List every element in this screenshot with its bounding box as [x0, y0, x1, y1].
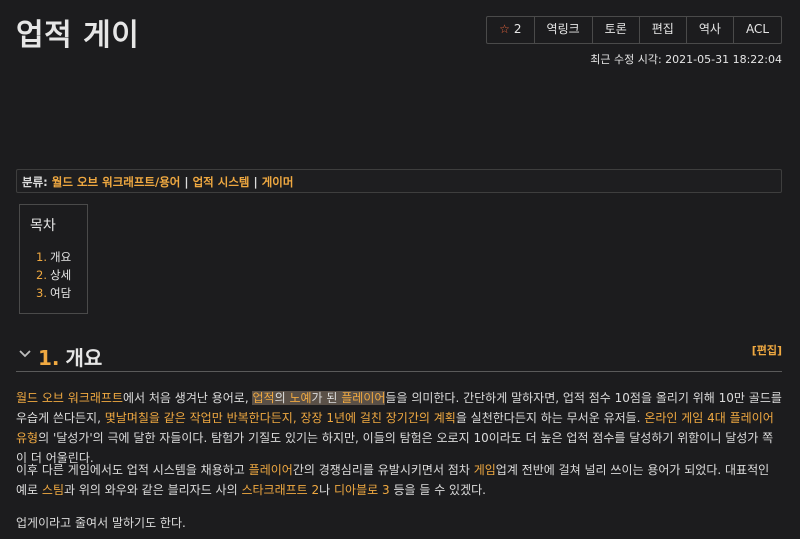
- page-toolbar: ☆ 2 역링크 토론 편집 역사 ACL: [486, 16, 782, 44]
- section-number[interactable]: 1.: [38, 346, 60, 370]
- section-edit-link[interactable]: [편집]: [752, 342, 782, 358]
- page-title: 업적 게이: [16, 18, 140, 53]
- link-player[interactable]: 플레이어: [341, 391, 385, 405]
- backlinks-button[interactable]: 역링크: [535, 17, 593, 43]
- table-of-contents: 목차 1. 개요 2. 상세 3. 여담: [19, 204, 88, 314]
- link-game[interactable]: 게임: [474, 463, 496, 477]
- category-link-achievement-system[interactable]: 업적 시스템: [193, 175, 250, 189]
- category-separator: |: [184, 175, 189, 189]
- category-separator: |: [253, 175, 258, 189]
- edit-button[interactable]: 편집: [640, 17, 687, 43]
- toc-item-details[interactable]: 2. 상세: [30, 266, 77, 284]
- star-icon: ☆: [499, 22, 510, 36]
- history-button[interactable]: 역사: [687, 17, 734, 43]
- link-player[interactable]: 플레이어: [249, 463, 293, 477]
- toc-item-overview[interactable]: 1. 개요: [30, 248, 77, 266]
- category-link-gamer[interactable]: 게이머: [262, 175, 294, 189]
- paragraph-2: 이후 다른 게임에서도 업적 시스템을 채용하고 플레이어간의 경쟁심리를 유발…: [16, 463, 770, 497]
- link-steam[interactable]: 스팀: [42, 483, 64, 497]
- link-achievement[interactable]: 업적: [252, 391, 274, 405]
- link-diablo-3[interactable]: 디아블로 3: [334, 483, 390, 497]
- chevron-down-icon[interactable]: [18, 347, 32, 361]
- toc-title: 목차: [30, 218, 56, 234]
- paragraph-3: 업게이라고 줄여서 말하기도 한다.: [16, 516, 186, 530]
- section-title: 1. 개요: [38, 342, 102, 371]
- link-slave[interactable]: 노예: [289, 391, 311, 405]
- link-grinding[interactable]: 몇날며칠을 같은 작업만 반복한다든지, 장장 1년에 걸친 장기간의 계획: [105, 411, 456, 425]
- category-link-wow-terms[interactable]: 월드 오브 워크래프트/용어: [52, 175, 181, 189]
- category-bar: 분류: 월드 오브 워크래프트/용어 | 업적 시스템 | 게이머: [16, 169, 782, 193]
- acl-button[interactable]: ACL: [734, 17, 781, 43]
- category-label: 분류:: [22, 175, 48, 189]
- highlighted-term: 업적의 노예가 된 플레이어: [252, 391, 386, 405]
- star-count: 2: [513, 22, 522, 36]
- section-title-text: 개요: [65, 346, 103, 370]
- paragraph-1: 월드 오브 워크래프트에서 처음 생겨난 용어로, 업적의 노예가 된 플레이어…: [16, 391, 782, 465]
- section-header-overview: 1. 개요 [편집]: [16, 340, 782, 372]
- star-button[interactable]: ☆ 2: [487, 17, 535, 43]
- link-starcraft-2[interactable]: 스타크래프트 2: [241, 483, 319, 497]
- link-wow[interactable]: 월드 오브 워크래프트: [16, 391, 123, 405]
- last-modified: 최근 수정 시각: 2021-05-31 18:22:04: [590, 53, 782, 66]
- toc-item-trivia[interactable]: 3. 여담: [30, 284, 77, 302]
- discussion-button[interactable]: 토론: [593, 17, 640, 43]
